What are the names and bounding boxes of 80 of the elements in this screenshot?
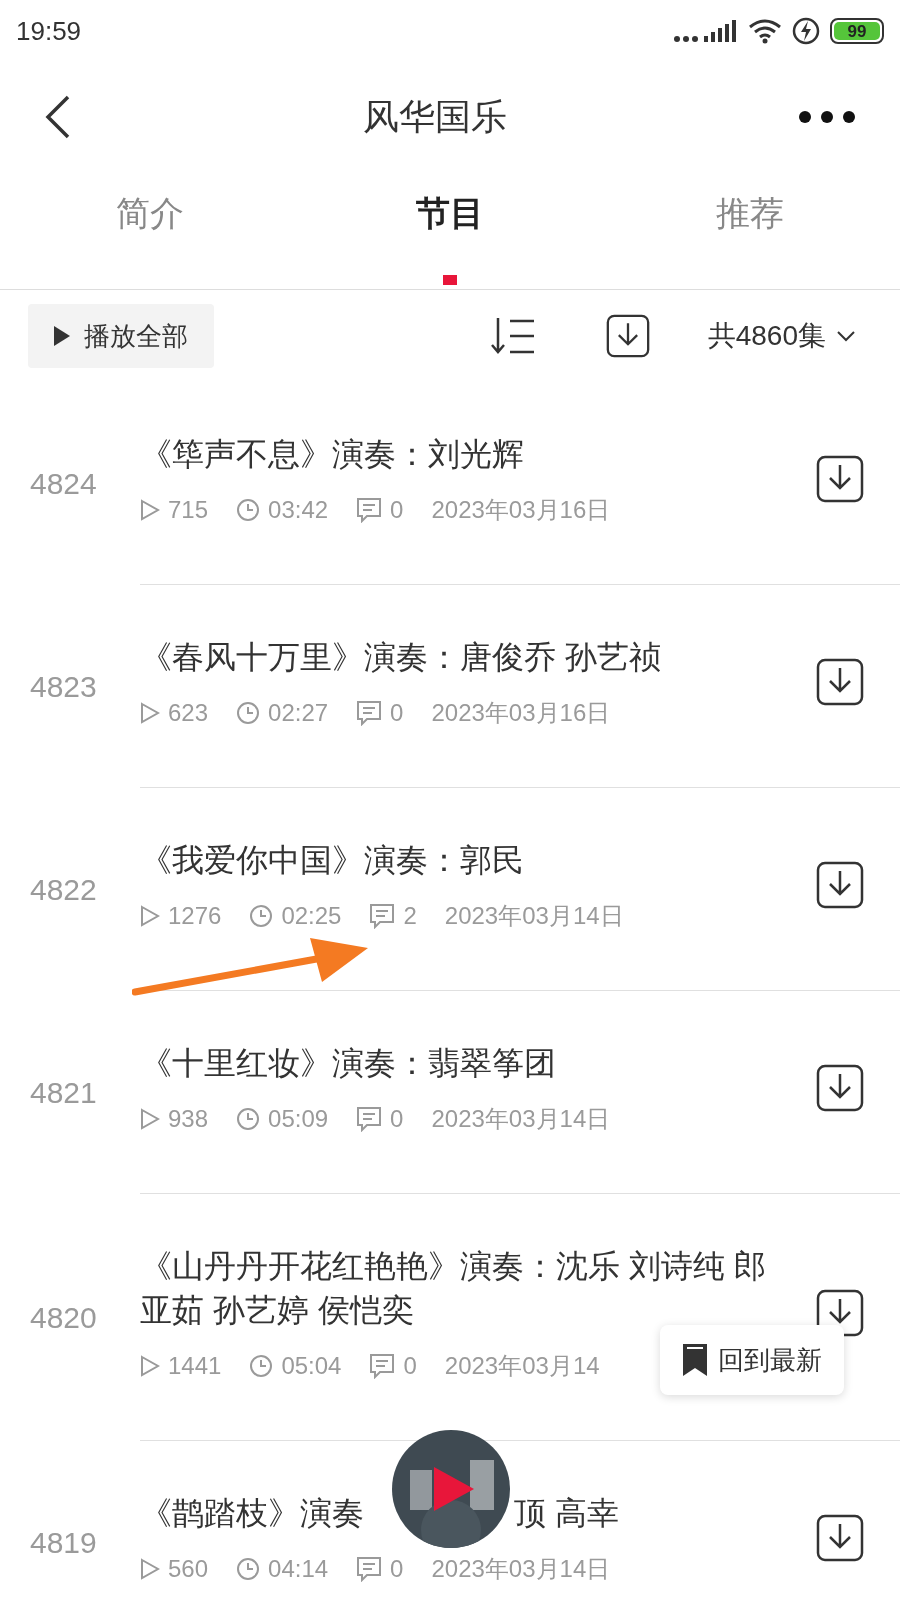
status-time: 19:59 [16,14,82,48]
clock-icon [236,1107,261,1131]
tab-indicator [443,275,457,285]
play-icon [140,905,160,927]
play-icon [140,1108,160,1130]
tab[interactable]: 推荐 [716,188,784,239]
comment-icon [369,903,396,929]
comment-count: 0 [390,1554,404,1584]
play-count: 715 [168,495,209,525]
play-count: 938 [168,1104,209,1134]
duration: 02:27 [268,698,329,728]
download-icon[interactable] [816,658,864,706]
chevron-down-icon [836,330,856,342]
publish-date: 2023年03月16日 [431,495,611,525]
clock-icon [249,1354,274,1378]
clock-icon [249,904,274,928]
play-icon [434,1467,474,1511]
episode-number: 4823 [29,669,98,705]
episode-title[interactable]: 《筚声不息》演奏：刘光辉 [140,432,816,476]
comment-count: 0 [390,495,404,525]
play-icon [140,702,160,724]
tab[interactable]: 节目 [416,188,484,239]
episode-number: 4819 [29,1524,98,1561]
wifi-icon [748,18,782,44]
play-count: 1441 [168,1351,222,1381]
duration: 02:25 [281,901,342,931]
play-count: 1276 [168,901,222,931]
comment-icon [356,700,383,726]
publish-date: 2023年03月14 [444,1351,600,1381]
play-icon [140,499,160,521]
back-to-latest-button[interactable]: 回到最新 [660,1325,844,1395]
play-icon [54,326,70,346]
episode-title[interactable]: 《春风十万里》演奏：唐俊乔 孙艺祯 [140,635,816,679]
episode-number: 4822 [29,872,98,908]
publish-date: 2023年03月14日 [431,1554,611,1584]
page-title: 风华国乐 [363,95,507,139]
back-icon[interactable] [44,95,72,139]
comment-count: 0 [403,1351,417,1381]
duration: 03:42 [268,495,329,525]
download-icon[interactable] [816,861,864,909]
episode-title[interactable]: 《我爱你中国》演奏：郭民 [140,838,816,882]
more-icon[interactable] [798,110,856,124]
play-all-button[interactable]: 播放全部 [28,304,214,368]
episode-number: 4821 [29,1075,98,1111]
episode-title[interactable]: 《鹊踏枝》演奏 [140,1491,364,1535]
download-icon[interactable] [816,1064,864,1112]
duration: 04:14 [268,1554,329,1584]
download-icon[interactable] [605,314,650,358]
clock-icon [236,1557,261,1581]
comment-icon [356,1556,383,1582]
episode-number: 4824 [29,466,98,502]
tab[interactable]: 简介 [116,188,184,239]
play-icon [140,1355,160,1377]
download-icon[interactable] [816,1514,864,1562]
charging-icon [792,17,820,45]
comment-count: 0 [390,1104,404,1134]
comment-icon [356,497,383,523]
sort-icon[interactable] [489,316,536,356]
episode-title[interactable]: 《十里红妆》演奏：翡翠筝团 [140,1041,816,1085]
play-icon [140,1558,160,1580]
download-icon[interactable] [816,455,864,503]
play-count: 560 [168,1554,209,1584]
play-count: 623 [168,698,209,728]
clock-icon [236,701,261,725]
comment-count: 0 [390,698,404,728]
episode-number: 4820 [29,1300,98,1336]
battery-level: 99 [834,22,880,40]
episode-title[interactable]: 顶 高幸 [514,1491,619,1535]
duration: 05:09 [268,1104,329,1134]
publish-date: 2023年03月16日 [431,698,611,728]
comment-icon [369,1353,396,1379]
publish-date: 2023年03月14日 [444,901,624,931]
comment-count: 2 [403,901,417,931]
signal-icon [674,19,738,43]
episode-count-dropdown[interactable]: 共4860集 [707,315,856,357]
comment-icon [356,1106,383,1132]
publish-date: 2023年03月14日 [431,1104,611,1134]
duration: 05:04 [281,1351,342,1381]
bookmark-icon [682,1343,708,1377]
clock-icon [236,498,261,522]
